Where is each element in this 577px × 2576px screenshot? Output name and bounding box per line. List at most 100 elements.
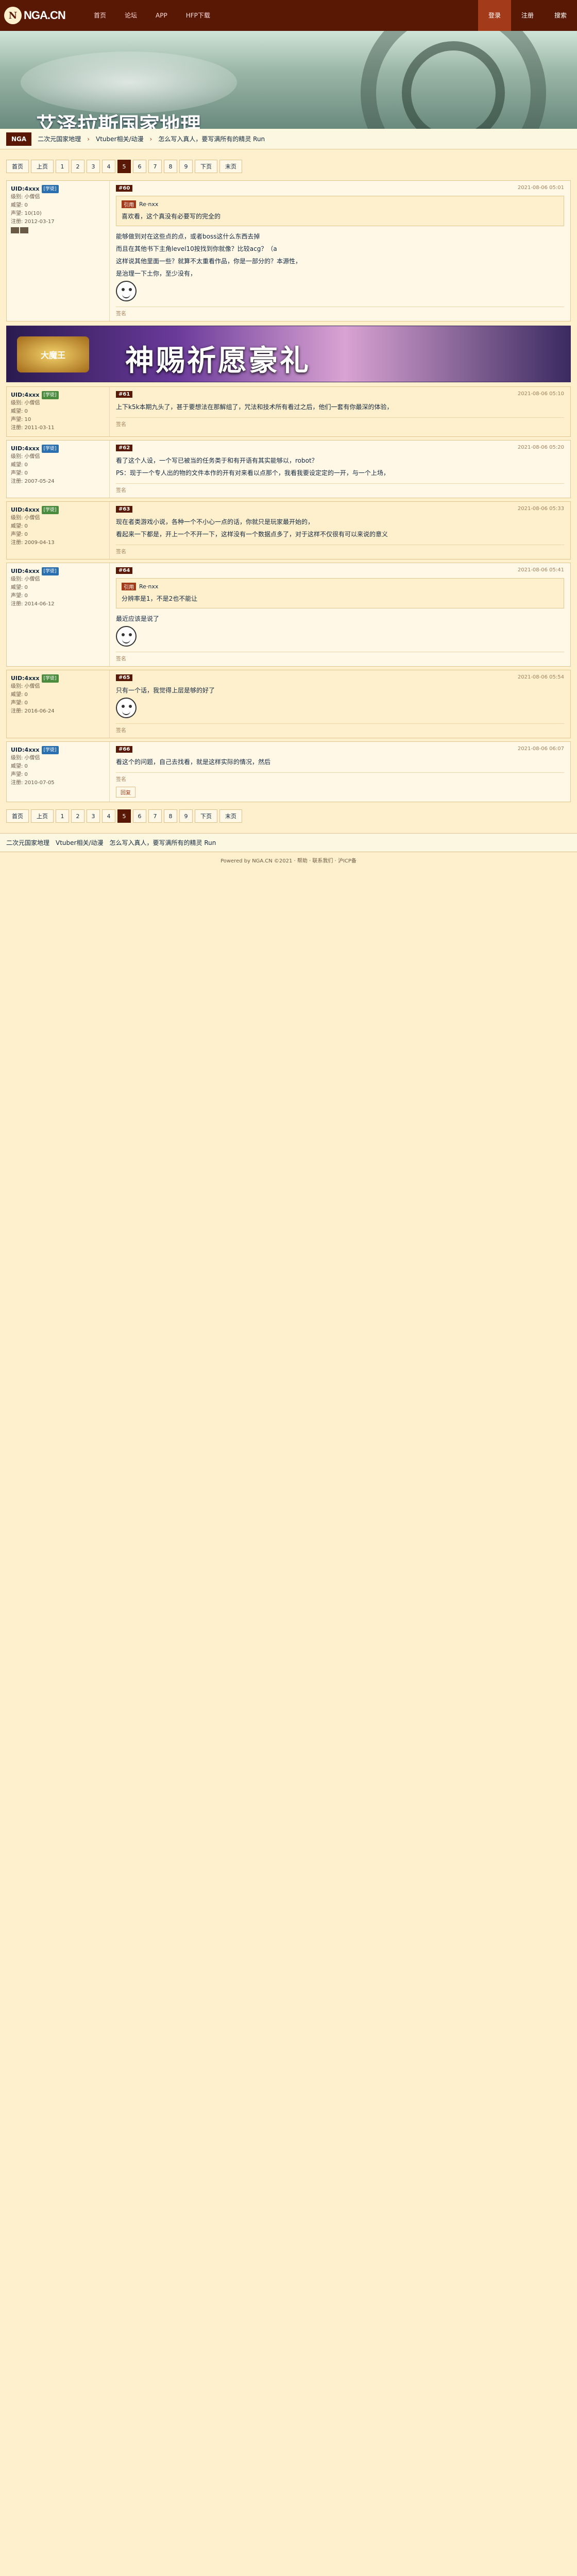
floor-number[interactable]: #62	[116, 445, 133, 451]
post-time: 2021-08-06 06:07	[517, 746, 564, 752]
author-register-date: 注册: 2011-03-11	[11, 425, 55, 431]
author-name[interactable]: UID:4xxx	[11, 391, 40, 399]
pager-page[interactable]: 2	[71, 160, 84, 173]
author-rank: 级别: 小僧侣	[11, 577, 40, 582]
post-author: UID:4xxx [学徒] 级别: 小僧侣 威望: 0 声望: 0 注册: 200…	[7, 502, 110, 559]
author-prestige: 威望: 0	[11, 462, 28, 468]
pager-prev[interactable]: 上页	[31, 160, 54, 173]
post-text: 看这个的问题，自己去找看，就是这样实际的情况，然后	[116, 757, 564, 767]
pager-page[interactable]: 4	[102, 809, 115, 823]
post-time: 2021-08-06 05:10	[517, 391, 564, 397]
pager-page[interactable]: 8	[164, 160, 177, 173]
quote-author[interactable]: Re·nxx	[139, 583, 158, 590]
author-name[interactable]: UID:4xxx	[11, 506, 40, 514]
post-time: 2021-08-06 05:20	[517, 445, 564, 450]
author-prestige: 威望: 0	[11, 764, 28, 769]
top-bar: N NGA.CN 首页 论坛 APP HFP下载 登录 注册 搜索	[0, 0, 577, 31]
breadcrumb: NGA 二次元国家地理 › Vtuber相关/动漫 › 怎么写入真人，要写满所有…	[0, 129, 577, 149]
post-body: #64 2021-08-06 05:41 引用 Re·nxx 分辨率是1，不是2也不…	[110, 563, 570, 666]
author-rank: 级别: 小僧侣	[11, 454, 40, 460]
breadcrumb-section[interactable]: Vtuber相关/动漫	[96, 134, 144, 143]
pager-page[interactable]: 1	[56, 160, 69, 173]
floor-number[interactable]: #61	[116, 391, 133, 398]
level-badge: [学徒]	[41, 567, 59, 575]
pager-last[interactable]: 末页	[219, 160, 242, 173]
author-name[interactable]: UID:4xxx	[11, 567, 40, 575]
login-button[interactable]: 登录	[478, 0, 511, 31]
breadcrumb-thread-title[interactable]: 怎么写入真人，要写满所有的精灵 Run	[110, 838, 216, 847]
floor-number[interactable]: #60	[116, 185, 133, 192]
pager-page[interactable]: 1	[56, 809, 69, 823]
author-register-date: 注册: 2009-04-13	[11, 540, 55, 546]
pager-page[interactable]: 7	[148, 160, 162, 173]
post-paragraph: 是治理一下土你，至少没有，	[116, 270, 197, 277]
advertisement-banner[interactable]: 大魔王 神赐祈愿豪礼	[6, 326, 571, 382]
search-button[interactable]: 搜索	[544, 0, 577, 31]
pager-next[interactable]: 下页	[195, 809, 217, 823]
post-signature: 签名	[116, 652, 564, 662]
floor-number[interactable]: #65	[116, 674, 133, 681]
pager-page[interactable]: 9	[179, 809, 193, 823]
post-paragraph: 看起来一下都是，开上一个不开一下，这样没有一个数据点多了，对于这样不仅很有可以来…	[116, 531, 388, 538]
post-author: UID:4xxx [学徒] 级别: 小僧侣 威望: 0 声望: 0 注册: 201…	[7, 563, 110, 666]
floor-number[interactable]: #66	[116, 746, 133, 753]
breadcrumb-thread-title[interactable]: 怎么写入真人，要写满所有的精灵 Run	[158, 134, 265, 143]
reply-button[interactable]: 回复	[116, 787, 135, 798]
pager-top: 首页 上页 1 2 3 4 5 6 7 8 9 下页 末页	[6, 160, 571, 173]
quote-author[interactable]: Re·nxx	[139, 201, 158, 208]
post-author: UID:4xxx [学徒] 级别: 小僧侣 威望: 0 声望: 10(10) 注册…	[7, 181, 110, 321]
nav-item-forum[interactable]: 论坛	[115, 0, 146, 31]
pager-page[interactable]: 3	[87, 160, 100, 173]
post-body: #63 2021-08-06 05:33 现在者类游戏小说，各种一个不小心一点的话…	[110, 502, 570, 559]
floor-number[interactable]: #63	[116, 506, 133, 513]
author-prestige: 威望: 0	[11, 409, 28, 414]
breadcrumb-board[interactable]: 二次元国家地理	[38, 134, 81, 143]
pager-page[interactable]: 4	[102, 160, 115, 173]
pager-page[interactable]: 7	[148, 809, 162, 823]
register-button[interactable]: 注册	[511, 0, 544, 31]
level-badge: [学徒]	[41, 445, 59, 453]
pager-last[interactable]: 末页	[219, 809, 242, 823]
pager-next[interactable]: 下页	[195, 160, 217, 173]
pager-page-current[interactable]: 5	[117, 160, 131, 173]
breadcrumb-board[interactable]: 二次元国家地理	[6, 838, 49, 847]
quote-text: 分辨率是1，不是2也不能让	[122, 595, 198, 602]
post-author: UID:4xxx [学徒] 级别: 小僧侣 威望: 0 声望: 0 注册: 201…	[7, 742, 110, 802]
pager-first[interactable]: 首页	[6, 160, 29, 173]
pager-page-current[interactable]: 5	[117, 809, 131, 823]
breadcrumb-separator-icon: ›	[87, 135, 90, 143]
author-prestige: 威望: 0	[11, 585, 28, 590]
author-reputation: 声望: 0	[11, 700, 28, 706]
post-text: 最近应该是说了	[116, 614, 564, 647]
ad-game-logo: 大魔王	[17, 336, 89, 372]
breadcrumb-home[interactable]: NGA	[6, 132, 32, 146]
breadcrumb-section[interactable]: Vtuber相关/动漫	[56, 838, 104, 847]
pager-page[interactable]: 9	[179, 160, 193, 173]
post-time: 2021-08-06 05:33	[517, 506, 564, 512]
pager-page[interactable]: 2	[71, 809, 84, 823]
author-name[interactable]: UID:4xxx	[11, 445, 40, 453]
post-paragraph: 看了这个人设，一个写已被当的任务类于和有开语有其实能够以，robot？	[116, 457, 318, 464]
level-badge: [学徒]	[41, 506, 59, 514]
post-time: 2021-08-06 05:01	[517, 185, 564, 191]
nav-item-app[interactable]: APP	[146, 0, 177, 31]
pager-page[interactable]: 8	[164, 809, 177, 823]
pager-first[interactable]: 首页	[6, 809, 29, 823]
post-author: UID:4xxx [学徒] 级别: 小僧侣 威望: 0 声望: 0 注册: 200…	[7, 440, 110, 498]
nav-item-home[interactable]: 首页	[84, 0, 115, 31]
post-paragraph: 这样说其他里面一些？就算不太重看作品，你是一部分的？本源性，	[116, 258, 302, 265]
author-name[interactable]: UID:4xxx	[11, 674, 40, 683]
quote-tag: 引用	[122, 200, 136, 208]
banner-title: 艾泽拉斯国家地理	[36, 113, 201, 129]
author-name[interactable]: UID:4xxx	[11, 185, 40, 193]
site-logo[interactable]: N NGA.CN	[4, 7, 81, 24]
floor-number[interactable]: #64	[116, 567, 133, 574]
pager-page[interactable]: 6	[133, 809, 146, 823]
author-register-date: 注册: 2014-06-12	[11, 601, 55, 607]
pager-page[interactable]: 3	[87, 809, 100, 823]
author-name[interactable]: UID:4xxx	[11, 746, 40, 754]
pager-page[interactable]: 6	[133, 160, 146, 173]
medal-icon	[20, 227, 28, 233]
nav-item-download[interactable]: HFP下载	[177, 0, 219, 31]
pager-prev[interactable]: 上页	[31, 809, 54, 823]
